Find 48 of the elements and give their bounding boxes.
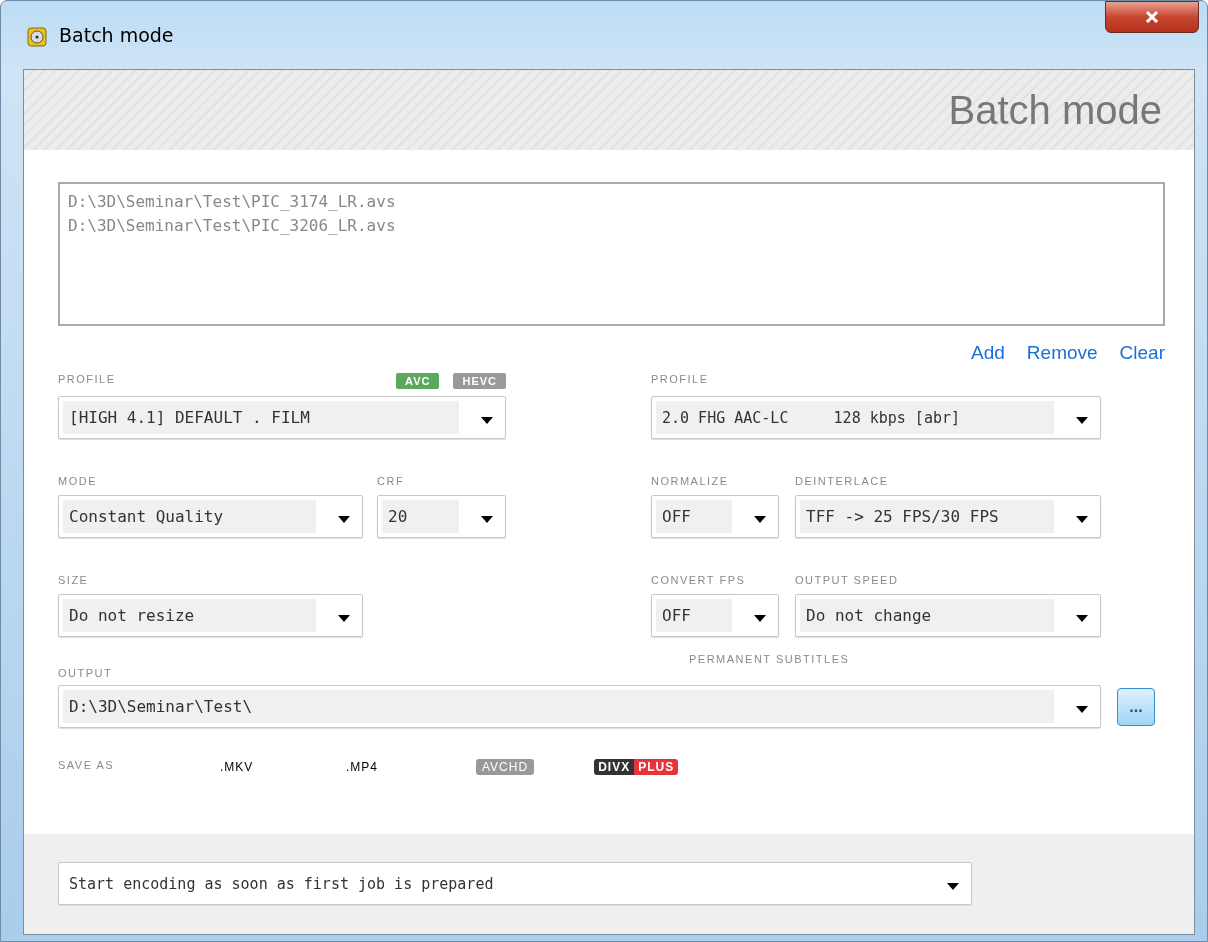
caret-icon	[754, 516, 766, 523]
field-label: OUTPUT	[58, 667, 113, 681]
caret-icon	[1076, 516, 1088, 523]
caret-icon	[754, 615, 766, 622]
close-button[interactable]	[1105, 1, 1199, 33]
dropdown[interactable]: [HIGH 4.1] DEFAULT . FILM	[58, 396, 506, 439]
caret-icon	[481, 516, 493, 523]
caret-icon	[1076, 615, 1088, 622]
caret-icon	[1076, 706, 1088, 713]
dropdown[interactable]: OFF	[651, 495, 779, 538]
field-label: PERMANENT SUBTITLES	[689, 653, 850, 667]
dropdown[interactable]: 20	[377, 495, 506, 538]
list-action-link[interactable]: Add	[971, 342, 1005, 366]
field-label: SAVE AS	[58, 759, 116, 773]
field-label: CRF	[377, 475, 406, 489]
field-label: NORMALIZE	[651, 475, 730, 489]
format-option[interactable]: .MKV	[220, 760, 346, 774]
dropdown[interactable]: TFF -> 25 FPS/30 FPS	[795, 495, 1101, 538]
field-label: OUTPUT SPEED	[795, 574, 900, 588]
output-path-dropdown[interactable]: D:\3D\Seminar\Test\	[58, 685, 1101, 728]
caret-icon	[338, 516, 350, 523]
field-label: PROFILE	[651, 373, 709, 387]
field-label: MODE	[58, 475, 98, 489]
dropdown[interactable]: Do not resize	[58, 594, 363, 637]
dropdown[interactable]: 2.0 FHG AAC-LC 128 kbps [abr]	[651, 396, 1101, 439]
caret-icon	[947, 883, 959, 890]
dropdown[interactable]: Do not change	[795, 594, 1101, 637]
file-list[interactable]: D:\3D\Seminar\Test\PIC_3174_LR.avs D:\3D\Seminar\Test\PIC_3206_LR.avs	[58, 182, 1165, 326]
caret-icon	[481, 417, 493, 424]
field-label: DEINTERLACE	[795, 475, 890, 489]
field-label: PROFILE	[58, 373, 116, 387]
header-title: Batch mode	[948, 87, 1162, 133]
close-icon	[1145, 11, 1159, 23]
dropdown[interactable]: Constant Quality	[58, 495, 363, 538]
caret-icon	[338, 615, 350, 622]
format-option[interactable]: .MP4	[346, 760, 476, 774]
start-mode-dropdown[interactable]: Start encoding as soon as first job is prepared	[58, 862, 972, 905]
list-action-link[interactable]: Clear	[1119, 342, 1165, 366]
window-title: Batch mode	[59, 24, 174, 46]
dropdown[interactable]: OFF	[651, 594, 779, 637]
caret-icon	[1076, 417, 1088, 424]
disc-icon	[27, 27, 47, 47]
field-label: CONVERT FPS	[651, 574, 747, 588]
file-item[interactable]: D:\3D\Seminar\Test\PIC_3206_LR.avs	[68, 214, 1155, 238]
file-item[interactable]: D:\3D\Seminar\Test\PIC_3174_LR.avs	[68, 190, 1155, 214]
browse-button[interactable]: ...	[1117, 687, 1155, 726]
field-label: SIZE	[58, 574, 90, 588]
list-action-link[interactable]: Remove	[1026, 342, 1098, 366]
